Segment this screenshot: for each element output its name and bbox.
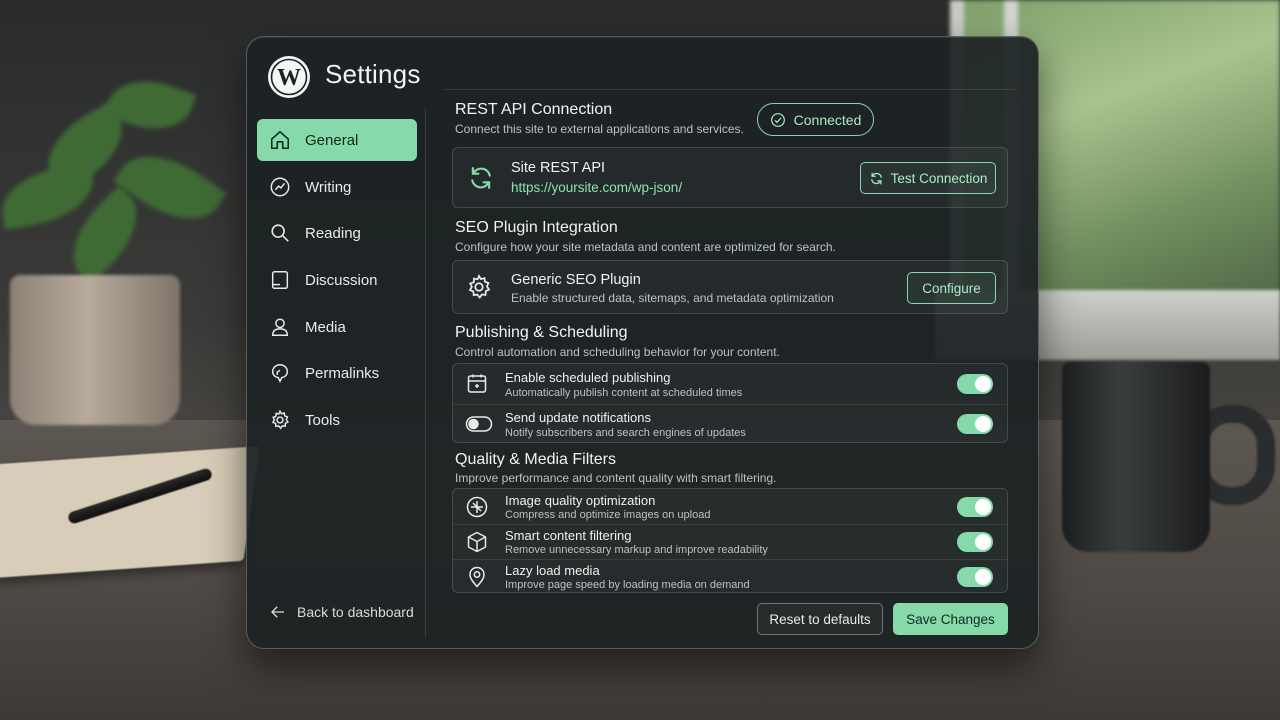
seo-plugin-subtitle: Enable structured data, sitemaps, and me… [511, 291, 834, 305]
back-to-dashboard-link[interactable]: Back to dashboard [269, 603, 414, 621]
sidebar-item-label: Permalinks [305, 364, 380, 382]
permalink-icon [271, 364, 289, 383]
row-subtitle: Notify subscribers and search engines of… [505, 427, 746, 439]
list-item: Lazy load media Improve page speed by lo… [453, 559, 1007, 594]
seo-plugin-title: Generic SEO Plugin [511, 272, 641, 288]
row-subtitle: Automatically publish content at schedul… [505, 387, 743, 399]
configure-button[interactable]: Configure [907, 272, 996, 304]
sidebar-item-label: General [305, 131, 359, 149]
rest-api-section-subtitle: Connect this site to external applicatio… [455, 122, 744, 136]
user-icon [271, 318, 289, 336]
sidebar-item-label: Reading [305, 224, 361, 242]
arrow-left-icon [271, 606, 284, 618]
test-connection-button[interactable]: Test Connection [860, 162, 996, 194]
lazy-load-toggle[interactable] [957, 567, 993, 587]
background-mug [1062, 362, 1210, 552]
list-item: Enable scheduled publishing Automaticall… [453, 364, 1007, 404]
sidebar-item-reading[interactable]: Reading [257, 212, 417, 254]
seo-section-title: SEO Plugin Integration [455, 219, 618, 236]
list-item: Image quality optimization Compress and … [453, 489, 1007, 524]
row-title: Smart content filtering [505, 528, 632, 543]
calendar-icon [467, 374, 487, 393]
back-link-label: Back to dashboard [297, 604, 414, 620]
cube-icon [467, 531, 487, 553]
quality-section-title: Quality & Media Filters [455, 451, 616, 468]
sidebar-divider [425, 109, 426, 637]
test-connection-label: Test Connection [890, 170, 988, 186]
background-notebook [0, 446, 260, 579]
sidebar-item-label: Tools [305, 411, 341, 429]
map-pin-icon [469, 566, 485, 588]
publishing-card: Enable scheduled publishing Automaticall… [452, 363, 1008, 443]
configure-label: Configure [922, 280, 981, 296]
sidebar-item-tools[interactable]: Tools [257, 399, 417, 441]
rest-api-card: Site REST API https://yoursite.com/wp-js… [452, 147, 1008, 208]
refresh-icon [471, 167, 491, 189]
rest-api-card-title: Site REST API [511, 160, 606, 176]
seo-section-subtitle: Configure how your site metadata and con… [455, 240, 836, 254]
sidebar-item-permalinks[interactable]: Permalinks [257, 352, 417, 394]
gear-icon [468, 273, 491, 299]
background-plant-pot [10, 275, 180, 425]
check-circle-icon [770, 112, 785, 127]
publishing-section-subtitle: Control automation and scheduling behavi… [455, 345, 780, 359]
row-title: Image quality optimization [505, 493, 656, 508]
writing-icon [270, 177, 290, 197]
rest-api-section-title: REST API Connection [455, 101, 613, 118]
row-title: Enable scheduled publishing [505, 370, 671, 385]
rest-api-url-link[interactable]: https://yoursite.com/wp-json/ [511, 180, 682, 195]
content-filtering-toggle[interactable] [957, 532, 993, 552]
page-title: Settings [325, 59, 421, 89]
sidebar-item-label: Writing [305, 178, 352, 196]
gear-icon [271, 409, 289, 430]
discussion-icon [271, 271, 289, 289]
quality-section-subtitle: Improve performance and content quality … [455, 471, 777, 485]
row-subtitle: Compress and optimize images on upload [505, 509, 711, 521]
sidebar-item-label: Media [305, 318, 346, 336]
quality-card: Image quality optimization Compress and … [452, 488, 1008, 593]
connection-status-badge: Connected [757, 103, 874, 136]
row-title: Lazy load media [505, 563, 600, 578]
sidebar-item-writing[interactable]: Writing [257, 166, 417, 208]
background-plant-leaf [0, 162, 99, 230]
status-label: Connected [793, 111, 862, 128]
search-icon [271, 224, 289, 242]
seo-plugin-card: Generic SEO Plugin Enable structured dat… [452, 260, 1008, 314]
image-optimization-toggle[interactable] [957, 497, 993, 517]
header-divider [443, 89, 1015, 90]
list-item: Smart content filtering Remove unnecessa… [453, 524, 1007, 559]
list-item: Send update notifications Notify subscri… [453, 404, 1007, 444]
row-title: Send update notifications [505, 410, 651, 425]
row-subtitle: Remove unnecessary markup and improve re… [505, 544, 768, 556]
home-icon [270, 130, 290, 150]
sidebar-item-discussion[interactable]: Discussion [257, 259, 417, 301]
sidebar-item-media[interactable]: Media [257, 306, 417, 348]
publishing-section-title: Publishing & Scheduling [455, 324, 628, 341]
refresh-icon [870, 172, 882, 184]
svg-text:W: W [277, 65, 301, 91]
settings-panel: W Settings General Writing Reading Discu… [246, 36, 1039, 649]
save-changes-button[interactable]: Save Changes [893, 603, 1008, 635]
sidebar-item-label: Discussion [305, 271, 378, 289]
wordpress-logo-icon: W [268, 56, 310, 98]
image-optimize-icon [466, 496, 488, 518]
scheduled-publishing-toggle[interactable] [957, 374, 993, 394]
row-subtitle: Improve page speed by loading media on d… [505, 579, 750, 591]
toggle-switch-icon [465, 416, 493, 432]
update-notifications-toggle[interactable] [957, 414, 993, 434]
sidebar-item-general[interactable]: General [257, 119, 417, 161]
reset-defaults-button[interactable]: Reset to defaults [757, 603, 883, 635]
